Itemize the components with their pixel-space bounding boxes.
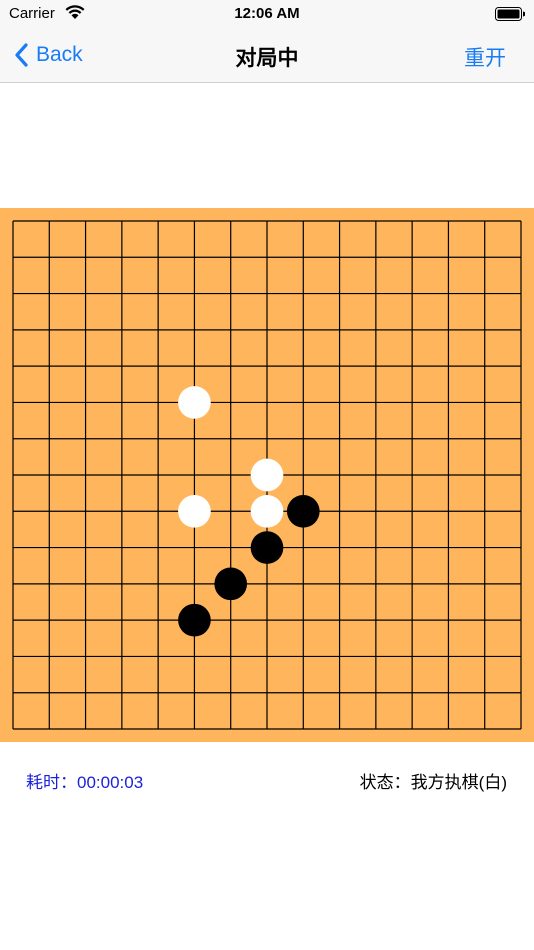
clock: 12:06 AM [234,5,300,22]
battery-icon [495,7,525,21]
chevron-left-icon [15,43,28,67]
back-button[interactable]: Back [14,39,83,71]
white-stone [178,494,211,528]
black-stone [178,603,211,637]
white-stone [178,386,211,419]
black-stone [286,494,320,528]
back-label: Back [36,43,83,66]
gomoku-board[interactable] [0,208,534,742]
white-stone [250,494,284,528]
status-bar: Carrier 12:06 AM [0,0,534,28]
navigation-bar: Back 对局中 重开 [0,28,534,83]
game-status-label: 状态：我方执棋(白) [359,773,507,792]
board-grid[interactable] [0,208,534,742]
black-stone [250,531,284,564]
elapsed-time-label: 耗时：00:00:03 [26,773,144,792]
restart-button[interactable]: 重开 [464,42,506,72]
black-stone [214,567,248,601]
white-stone [250,458,284,492]
